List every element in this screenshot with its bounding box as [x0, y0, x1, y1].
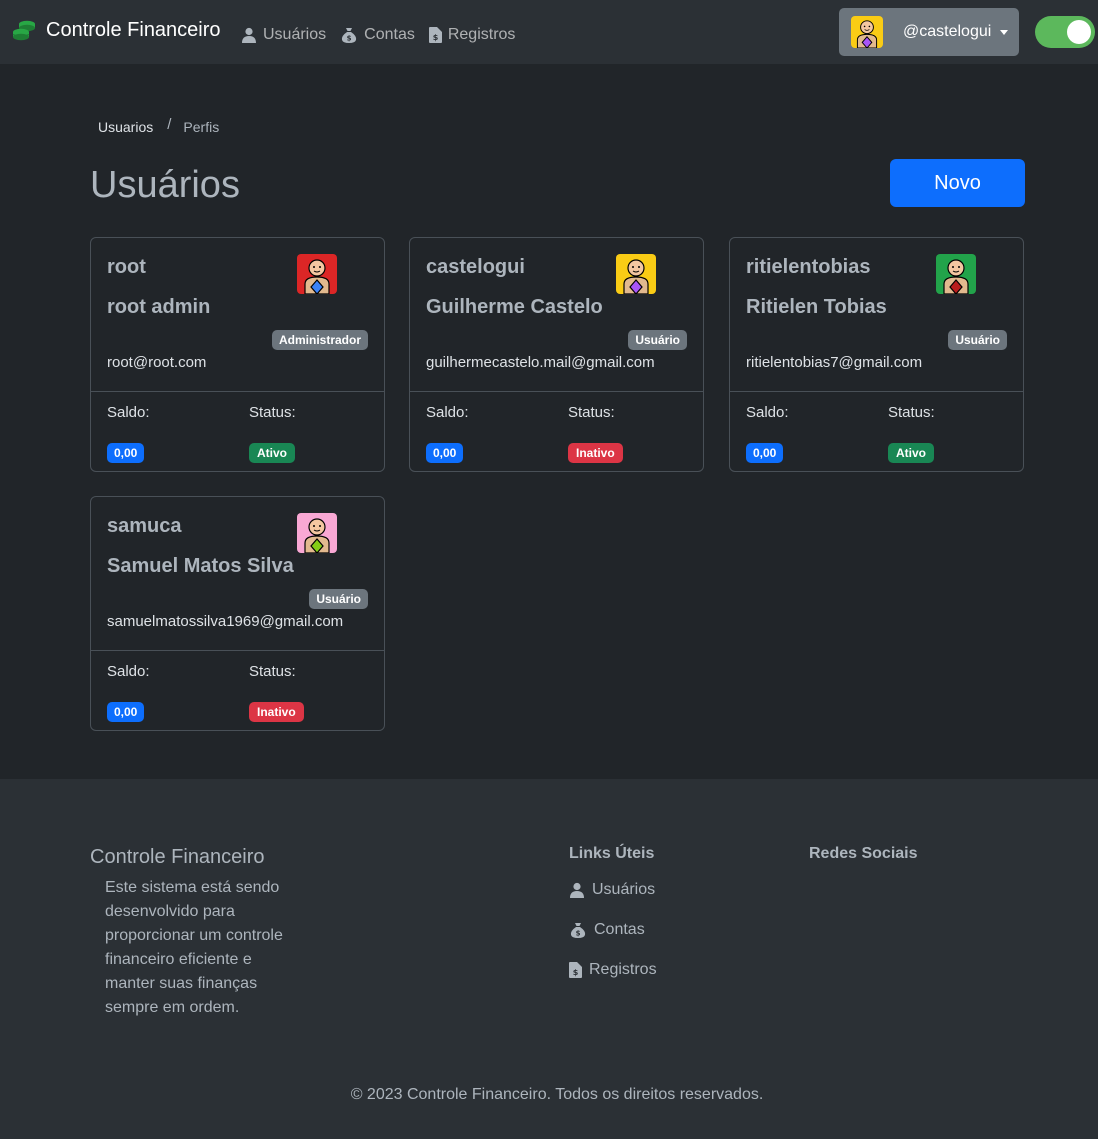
card-full-name: Samuel Matos Silva [107, 555, 294, 577]
file-invoice-dollar-icon: $ [428, 27, 442, 43]
role-badge: Administrador [271, 330, 368, 350]
user-card[interactable]: root root admin Administrador root@root.com… [90, 237, 385, 472]
role-badge: Usuário [309, 589, 368, 609]
copyright: © 2023 Controle Financeiro. Todos os dir… [350, 1086, 764, 1103]
status-label: Status: [249, 404, 296, 421]
theme-toggle[interactable] [1035, 16, 1095, 48]
status-badge: Inativo [568, 443, 623, 463]
avatar [297, 254, 337, 294]
brand-link[interactable]: Controle Financeiro [12, 19, 221, 42]
card-username: samuca [107, 515, 182, 537]
status-label: Status: [249, 663, 296, 680]
footer: Controle Financeiro Este sistema está se… [0, 779, 1098, 1139]
avatar [297, 513, 337, 553]
card-email: samuelmatossilva1969@gmail.com [107, 613, 344, 630]
brand-title: Controle Financeiro [46, 19, 221, 41]
user-card[interactable]: castelogui Guilherme Castelo Usuário guilhe… [409, 237, 704, 472]
user-menu-dropdown[interactable]: @castelogui [839, 8, 1019, 56]
saldo-label: Saldo: [107, 404, 150, 421]
footer-title: Controle Financeiro [90, 846, 265, 868]
svg-text:$: $ [433, 33, 439, 42]
new-user-button[interactable]: Novo [890, 159, 1025, 207]
nav-link-registros[interactable]: $ Registros [428, 26, 516, 44]
coins-icon [12, 20, 35, 40]
user-card[interactable]: ritielentobias Ritielen Tobias Usuário riti… [729, 237, 1024, 472]
saldo-badge: 0,00 [746, 443, 784, 463]
breadcrumb-item-usuarios[interactable]: Usuarios [98, 119, 153, 136]
user-icon [570, 882, 584, 898]
footer-link-registros[interactable]: $ Registros [569, 961, 657, 979]
footer-description: Este sistema está sendo desenvolvido par… [105, 879, 283, 1016]
status-label: Status: [568, 404, 615, 421]
svg-text:$: $ [347, 35, 352, 43]
breadcrumb-item-perfis: Perfis [183, 119, 220, 135]
card-full-name: Ritielen Tobias [746, 296, 887, 318]
status-label: Status: [888, 404, 935, 421]
card-full-name: Guilherme Castelo [426, 296, 603, 318]
footer-link-label: Contas [594, 921, 645, 938]
page-title: Usuários [90, 164, 240, 206]
card-email: ritielentobias7@gmail.com [746, 354, 923, 371]
saldo-badge: 0,00 [107, 443, 145, 463]
footer-link-label: Usuários [592, 881, 656, 898]
saldo-badge: 0,00 [426, 443, 464, 463]
footer-link-label: Registros [589, 961, 657, 978]
card-email: guilhermecastelo.mail@gmail.com [426, 354, 655, 371]
card-full-name: root admin [107, 296, 211, 318]
avatar [851, 16, 883, 48]
money-bag-icon: $ [570, 923, 586, 938]
status-badge: Inativo [249, 702, 304, 722]
saldo-label: Saldo: [107, 663, 150, 680]
saldo-label: Saldo: [746, 404, 789, 421]
avatar [936, 254, 976, 294]
toggle-knob [1067, 20, 1091, 44]
svg-text:$: $ [573, 968, 579, 977]
footer-link-usuarios[interactable]: Usuários [569, 881, 655, 899]
nav-link-label: Usuários [263, 26, 327, 43]
avatar [616, 254, 656, 294]
breadcrumb: Usuarios / Perfis [98, 116, 220, 136]
user-handle: @castelogui [903, 23, 992, 40]
saldo-label: Saldo: [426, 404, 469, 421]
footer-social-title: Redes Sociais [809, 845, 918, 862]
card-email: root@root.com [107, 354, 207, 371]
status-badge: Ativo [888, 443, 934, 463]
chevron-down-icon [1000, 29, 1009, 35]
role-badge: Usuário [628, 330, 687, 350]
footer-link-contas[interactable]: $ Contas [569, 921, 645, 939]
user-card[interactable]: samuca Samuel Matos Silva Usuário samuelmat… [90, 496, 385, 731]
nav-link-contas[interactable]: $ Contas [340, 26, 415, 44]
money-bag-icon: $ [341, 28, 357, 43]
user-icon [242, 27, 256, 43]
status-badge: Ativo [249, 443, 295, 463]
nav-link-label: Registros [447, 26, 516, 43]
file-invoice-dollar-icon: $ [569, 962, 582, 978]
card-username: castelogui [426, 256, 525, 278]
nav-link-usuarios[interactable]: Usuários [241, 26, 326, 44]
saldo-badge: 0,00 [107, 702, 145, 722]
nav-link-label: Contas [364, 26, 415, 43]
top-navbar: Controle Financeiro Usuários $ Contas $ … [0, 0, 1098, 64]
svg-text:$: $ [576, 930, 581, 938]
card-username: root [107, 256, 146, 278]
breadcrumb-separator: / [167, 116, 172, 133]
card-username: ritielentobias [746, 256, 871, 278]
role-badge: Usuário [948, 330, 1007, 350]
footer-links-title: Links Úteis [569, 845, 655, 862]
